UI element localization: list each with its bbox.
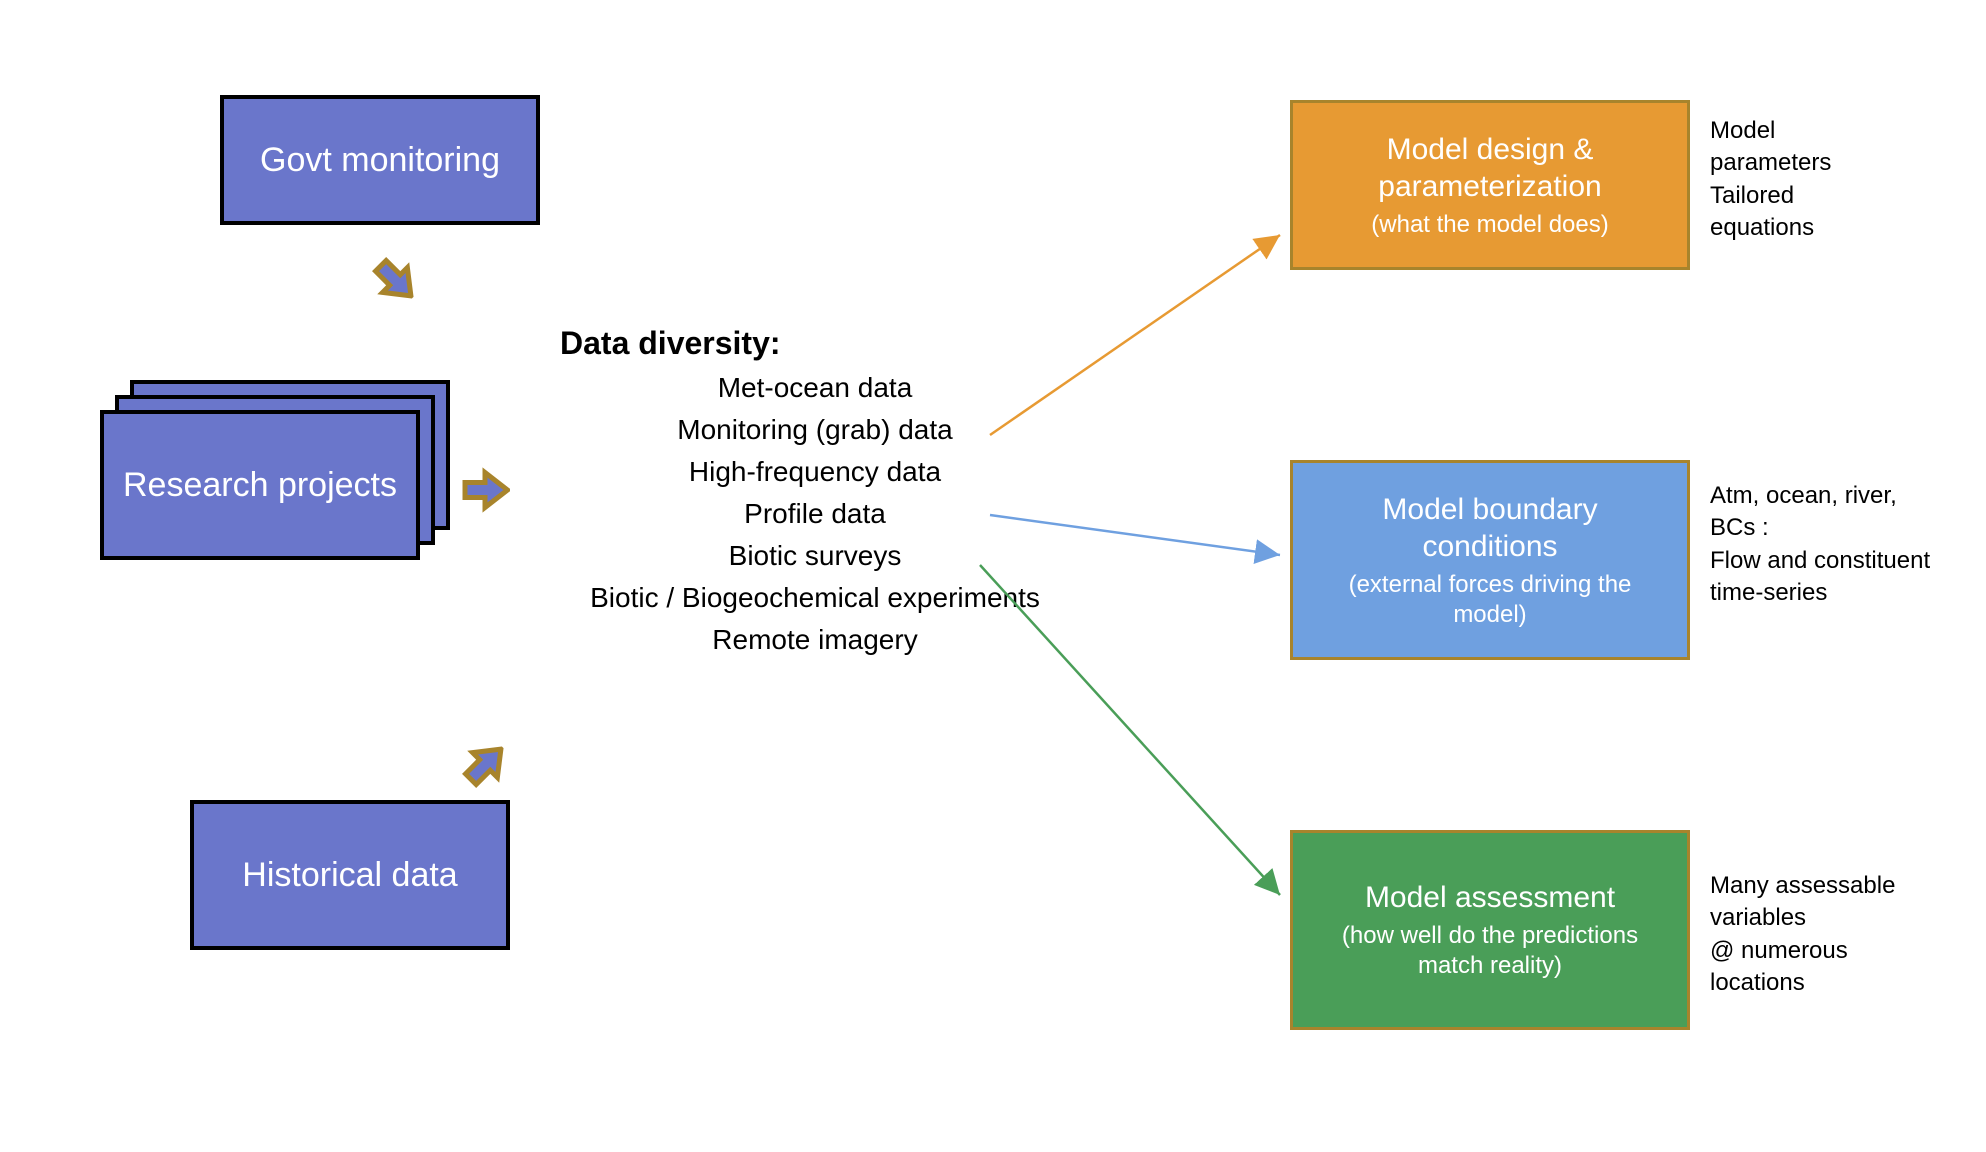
connector-to-design [0,0,1986,1152]
